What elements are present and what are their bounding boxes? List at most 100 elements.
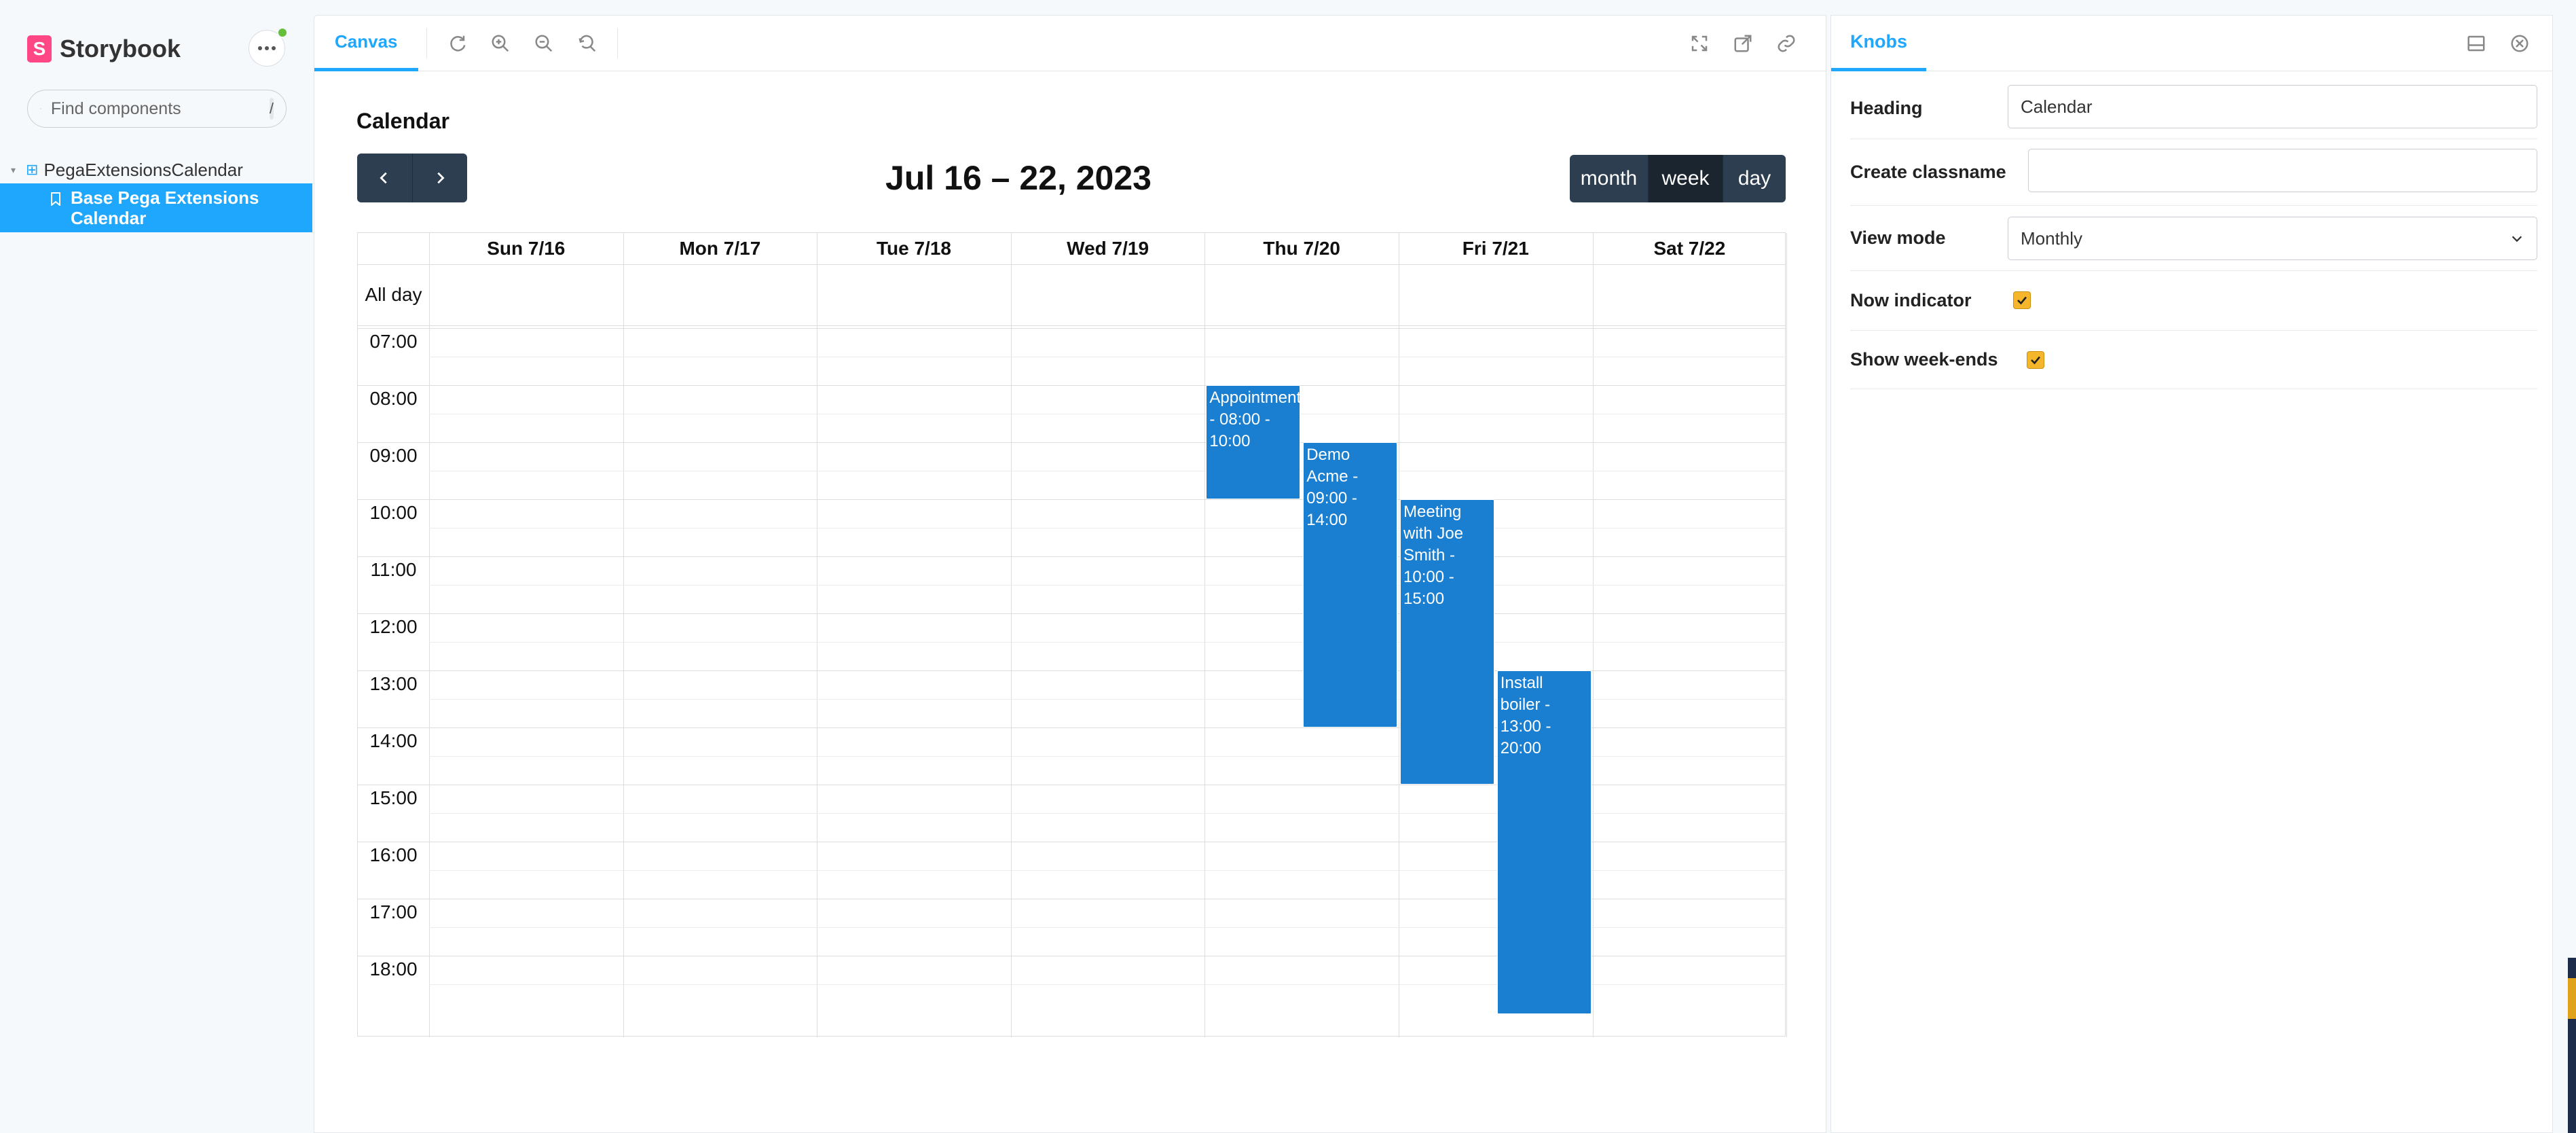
time-slot-label: 15:00 (369, 787, 418, 808)
day-header[interactable]: Sun 7/16 (429, 233, 623, 264)
prev-week-button[interactable] (357, 154, 413, 202)
knob-heading-label: Heading (1850, 98, 1923, 118)
preview-toolbar: Canvas (314, 16, 1826, 71)
day-header[interactable]: Sat 7/22 (1593, 233, 1787, 264)
event-label-line: Appointment (1209, 389, 1301, 407)
event-label-line: with Joe (1403, 524, 1464, 543)
chevron-right-icon (437, 172, 445, 184)
event-label-line: 10:00 - (1403, 568, 1454, 586)
view-day-button[interactable]: day (1723, 155, 1786, 202)
view-week-button[interactable]: week (1649, 155, 1723, 202)
time-slot-label: 12:00 (369, 616, 418, 637)
copy-link-button[interactable] (1765, 16, 1808, 71)
time-slot-label: 14:00 (369, 730, 418, 751)
heading-field[interactable]: Calendar (2008, 85, 2537, 128)
brand: S Storybook (27, 34, 181, 64)
zoom-out-icon (535, 35, 552, 52)
calendar-event[interactable]: Install boiler - 13:00 - 20:00 (1496, 670, 1591, 1014)
fullscreen-icon (1691, 35, 1708, 52)
half-hour-line (429, 642, 1786, 643)
knob-classname-label: Create classname (1850, 162, 2006, 182)
day-header[interactable]: Tue 7/18 (817, 233, 1011, 264)
tab-canvas[interactable]: Canvas (314, 16, 418, 71)
calendar-event[interactable]: Appointment - 08:00 - 10:00 (1206, 385, 1301, 499)
knob-view-mode-label: View mode (1850, 228, 1946, 248)
classname-field[interactable] (2028, 149, 2537, 192)
background-window-edge (2568, 978, 2576, 1019)
toolbar-divider (617, 28, 618, 58)
view-mode-select[interactable]: Monthly (2008, 217, 2537, 260)
day-header[interactable]: Wed 7/19 (1011, 233, 1205, 264)
grid-row-line (358, 325, 1785, 326)
event-label-line: 15:00 (1403, 590, 1445, 608)
reload-button[interactable] (435, 16, 479, 71)
grid-column-line (1592, 233, 1594, 1037)
event-label-line: 13:00 - (1500, 717, 1551, 736)
zoom-in-button[interactable] (479, 16, 522, 71)
knobs-panel: Knobs Heading Calendar Create classname … (1830, 15, 2553, 1133)
hour-line (358, 556, 1785, 557)
search-box[interactable]: / (27, 90, 287, 128)
now-indicator-checkbox[interactable] (2013, 291, 2031, 309)
sidebar: S Storybook / ▾ ⊞ PegaExtensionsCalendar… (0, 0, 312, 1133)
time-slot-label: 18:00 (369, 958, 418, 979)
knob-heading-row: Heading Calendar (1850, 78, 2537, 139)
event-label-line: Demo (1306, 446, 1350, 464)
grid-column-line (623, 233, 624, 1037)
day-header[interactable]: Mon 7/17 (623, 233, 817, 264)
time-slot-label: 13:00 (369, 673, 418, 694)
caret-down-icon: ▾ (11, 164, 16, 175)
hour-line (358, 499, 1785, 500)
event-label-line: - 08:00 - (1209, 410, 1270, 429)
view-month-button[interactable]: month (1570, 155, 1649, 202)
search-icon (40, 108, 41, 109)
grid-column-line (1010, 233, 1012, 1037)
zoom-in-icon (492, 35, 509, 52)
hour-line (358, 385, 1785, 386)
weekends-checkbox[interactable] (2027, 351, 2044, 369)
day-header[interactable]: Thu 7/20 (1204, 233, 1399, 264)
panel-position-button[interactable] (2454, 16, 2498, 71)
tree-item-base-pega-extensions-calendar[interactable]: Base Pega Extensions Calendar (0, 183, 312, 232)
reset-zoom-button[interactable] (566, 16, 609, 71)
hour-line (358, 328, 1785, 329)
half-hour-line (429, 585, 1786, 586)
close-panel-button[interactable] (2498, 16, 2541, 71)
event-label-line: 20:00 (1500, 739, 1541, 757)
knob-now-indicator-row: Now indicator (1850, 271, 2537, 331)
knob-view-mode-row: View mode Monthly (1850, 206, 2537, 271)
day-header[interactable]: Fri 7/21 (1399, 233, 1593, 264)
chevron-left-icon (380, 172, 387, 184)
event-label-line: 10:00 (1209, 432, 1251, 450)
hour-line (358, 442, 1785, 443)
tab-knobs[interactable]: Knobs (1831, 16, 1926, 71)
knob-now-indicator-label: Now indicator (1850, 290, 1972, 310)
grid-column-line (429, 233, 430, 1037)
time-slot-label: 11:00 (370, 559, 417, 580)
view-mode-value: Monthly (2021, 228, 2083, 249)
time-slot-label: 09:00 (369, 445, 418, 466)
knobs-tools (2454, 16, 2541, 71)
event-label-line: 09:00 - (1306, 489, 1357, 507)
grid-row-line (358, 264, 1785, 265)
event-label-line: 14:00 (1306, 511, 1348, 529)
window-edge (2553, 0, 2576, 1133)
fullscreen-button[interactable] (1678, 16, 1721, 71)
event-label-line: Acme - (1306, 467, 1359, 486)
search-input[interactable] (50, 98, 270, 119)
hour-line (358, 613, 1785, 614)
open-new-tab-button[interactable] (1721, 16, 1765, 71)
more-horizontal-icon (258, 46, 276, 50)
zoom-out-button[interactable] (522, 16, 566, 71)
notification-dot (277, 27, 288, 38)
tree-group-pegaextensionscalendar[interactable]: ▾ ⊞ PegaExtensionsCalendar (11, 158, 243, 182)
next-week-button[interactable] (412, 154, 467, 202)
calendar-event[interactable]: Meeting with Joe Smith - 10:00 - 15:00 (1400, 499, 1494, 785)
event-label-line: Install (1500, 674, 1543, 692)
component-grid-icon: ⊞ (26, 161, 39, 178)
event-label-line: Meeting (1403, 503, 1462, 521)
knobs-toolbar: Knobs (1831, 16, 2552, 71)
chevron-down-icon (2511, 236, 2522, 242)
calendar-event[interactable]: Demo Acme - 09:00 - 14:00 (1303, 442, 1397, 727)
time-slot-label: 08:00 (369, 388, 418, 409)
